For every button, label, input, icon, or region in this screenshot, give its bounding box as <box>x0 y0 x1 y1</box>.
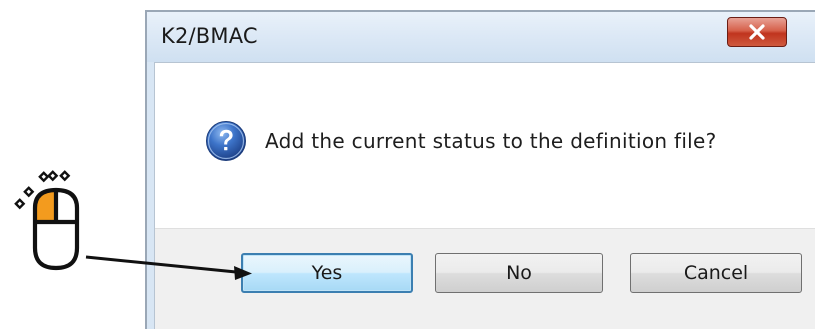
message-row: Add the current status to the definition… <box>205 120 717 162</box>
message-text: Add the current status to the definition… <box>265 129 717 153</box>
question-icon <box>206 121 246 161</box>
dialog-title: K2/BMAC <box>161 24 258 48</box>
dialog-body: Add the current status to the definition… <box>154 62 815 329</box>
stage: K2/BMAC Add the current status to the de… <box>0 0 815 329</box>
yes-button[interactable]: Yes <box>241 253 413 293</box>
close-button[interactable] <box>727 17 787 47</box>
message-dialog: K2/BMAC Add the current status to the de… <box>145 10 815 329</box>
no-button[interactable]: No <box>435 253 603 293</box>
title-bar[interactable]: K2/BMAC <box>147 12 815 62</box>
cancel-button[interactable]: Cancel <box>630 253 802 293</box>
button-bar: Yes No Cancel <box>155 228 815 329</box>
close-icon <box>749 24 765 40</box>
mouse-left-click-icon <box>14 170 80 271</box>
